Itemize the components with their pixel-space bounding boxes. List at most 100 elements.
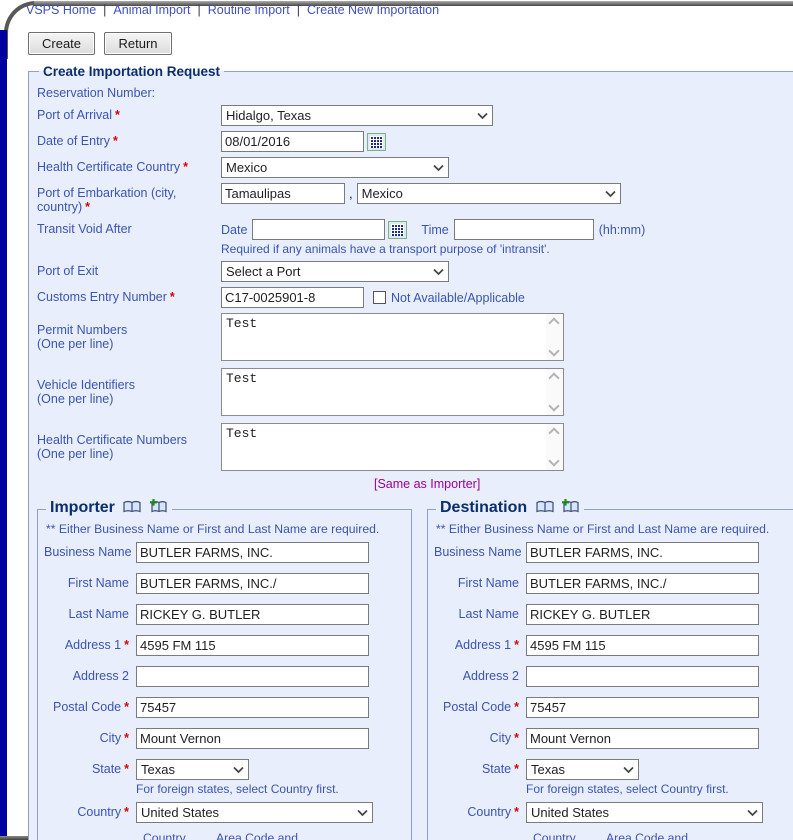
destination-panel: Destination ** Either Business Name or F… (427, 499, 793, 840)
required-marker: * (124, 762, 129, 776)
scrollbar[interactable] (546, 314, 563, 360)
importer-last-name-label: Last Name (68, 607, 129, 621)
importer-last-name-input[interactable] (136, 604, 369, 625)
port-of-exit-row: Port of Exit Select a Port (37, 261, 793, 282)
required-marker: * (124, 731, 129, 745)
chevron-down-icon (357, 809, 368, 817)
nav-animal-import[interactable]: Animal Import (113, 3, 190, 17)
destination-last-name-input[interactable] (526, 604, 759, 625)
importer-state-select[interactable]: Texas (136, 759, 249, 780)
calendar-icon[interactable] (388, 220, 408, 239)
health-certificate-numbers-value: Test (226, 426, 258, 441)
customs-entry-number-input[interactable] (221, 287, 364, 308)
not-available-checkbox[interactable] (373, 291, 386, 304)
time-format-hint: (hh:mm) (598, 222, 646, 237)
scrollbar[interactable] (546, 369, 563, 415)
destination-address2-label: Address 2 (462, 669, 519, 683)
destination-city-input[interactable] (526, 728, 759, 749)
scroll-up-icon[interactable] (548, 372, 560, 384)
health-certificate-numbers-row: Health Certificate Numbers (One per line… (37, 423, 793, 471)
port-of-embarkation-row: Port of Embarkation (city, country)* , M… (37, 183, 793, 214)
importer-panel: Importer ** Either Business Name or Firs… (37, 499, 412, 840)
not-available-label: Not Available/Applicable (391, 290, 525, 305)
embarkation-city-input[interactable] (221, 183, 345, 204)
health-certificate-country-select[interactable]: Mexico (221, 157, 449, 178)
create-button[interactable]: Create (28, 32, 96, 55)
add-address-book-icon[interactable] (149, 499, 168, 518)
chevron-down-icon (233, 766, 244, 774)
transit-date-input[interactable] (252, 219, 386, 240)
required-marker: * (124, 805, 129, 819)
port-of-arrival-select[interactable]: Hidalgo, Texas (221, 105, 493, 126)
embarkation-country-select[interactable]: Mexico (356, 183, 621, 204)
reservation-number-row: Reservation Number: (37, 83, 793, 100)
destination-postal-code-input[interactable] (526, 697, 759, 718)
importer-business-name-input[interactable] (136, 542, 369, 563)
scroll-up-icon[interactable] (548, 427, 560, 439)
importer-address2-row: Address 2 (44, 666, 405, 687)
importer-state-value: Texas (141, 762, 175, 777)
date-of-entry-row: Date of Entry * (37, 131, 793, 152)
scrollbar[interactable] (546, 424, 563, 470)
date-of-entry-input[interactable] (221, 131, 364, 152)
create-importation-request-panel: Create Importation Request Reservation N… (28, 64, 793, 840)
transit-time-input[interactable] (453, 219, 594, 240)
health-certificate-country-value: Mexico (226, 160, 268, 175)
health-certificate-numbers-sublabel: (One per line) (37, 447, 114, 461)
chevron-down-icon (747, 809, 758, 817)
required-marker: * (124, 700, 129, 714)
address-book-icon[interactable] (535, 500, 554, 518)
destination-first-name-input[interactable] (526, 573, 759, 594)
nav-vsps-home[interactable]: VSPS Home (26, 3, 96, 17)
add-address-book-icon[interactable] (562, 499, 580, 518)
importer-phone-block: Country Code Area Code and Number Extens… (143, 831, 405, 840)
importer-postal-code-input[interactable] (136, 697, 369, 718)
destination-state-select[interactable]: Texas (526, 759, 639, 780)
destination-address2-input[interactable] (526, 666, 759, 687)
importer-city-label: City (99, 731, 122, 745)
importer-business-name-row: Business Name (44, 542, 405, 563)
scroll-up-icon[interactable] (548, 317, 560, 329)
importer-address2-label: Address 2 (72, 669, 129, 683)
nav-routine-import[interactable]: Routine Import (208, 3, 290, 17)
destination-business-name-input[interactable] (526, 542, 759, 563)
nav-create-new-importation[interactable]: Create New Importation (307, 3, 439, 17)
customs-entry-number-label: Customs Entry Number (37, 290, 167, 304)
health-certificate-country-label: Health Certificate Country (37, 160, 181, 174)
destination-country-select[interactable]: United States (526, 802, 763, 823)
port-of-exit-select[interactable]: Select a Port (221, 261, 449, 282)
importer-city-row: City * (44, 728, 405, 749)
importer-address1-input[interactable] (136, 635, 369, 656)
calendar-icon[interactable] (367, 132, 386, 151)
permit-numbers-textarea[interactable]: Test (221, 313, 564, 361)
calendar-grid (391, 223, 405, 236)
scroll-down-icon[interactable] (548, 345, 560, 357)
transit-help-text: Required if any animals have a transport… (221, 242, 550, 256)
destination-postal-code-row: Postal Code * (434, 697, 793, 718)
address-book-icon[interactable] (123, 500, 141, 518)
destination-address2-row: Address 2 (434, 666, 793, 687)
importer-city-input[interactable] (136, 728, 369, 749)
scroll-down-icon[interactable] (548, 400, 560, 412)
importer-last-name-row: Last Name (44, 604, 405, 625)
required-marker: * (183, 160, 188, 174)
destination-address1-input[interactable] (526, 635, 759, 656)
breadcrumb-separator: | (197, 3, 201, 17)
vehicle-identifiers-textarea[interactable]: Test (221, 368, 564, 416)
permit-numbers-sublabel: (One per line) (37, 337, 114, 351)
importer-first-name-input[interactable] (136, 573, 369, 594)
comma-separator: , (349, 186, 353, 201)
destination-title: Destination (440, 499, 528, 516)
importer-address2-input[interactable] (136, 666, 369, 687)
required-marker: * (514, 731, 519, 745)
importer-country-select[interactable]: United States (136, 802, 373, 823)
destination-postal-code-label: Postal Code (443, 700, 512, 714)
required-marker: * (115, 108, 120, 122)
scroll-down-icon[interactable] (548, 455, 560, 467)
chevron-down-icon (605, 190, 616, 198)
destination-city-row: City * (434, 728, 793, 749)
same-as-importer-link[interactable]: [Same as Importer] (374, 477, 480, 491)
health-certificate-numbers-textarea[interactable]: Test (221, 423, 564, 471)
return-button[interactable]: Return (104, 32, 172, 55)
importer-first-name-row: First Name (44, 573, 405, 594)
